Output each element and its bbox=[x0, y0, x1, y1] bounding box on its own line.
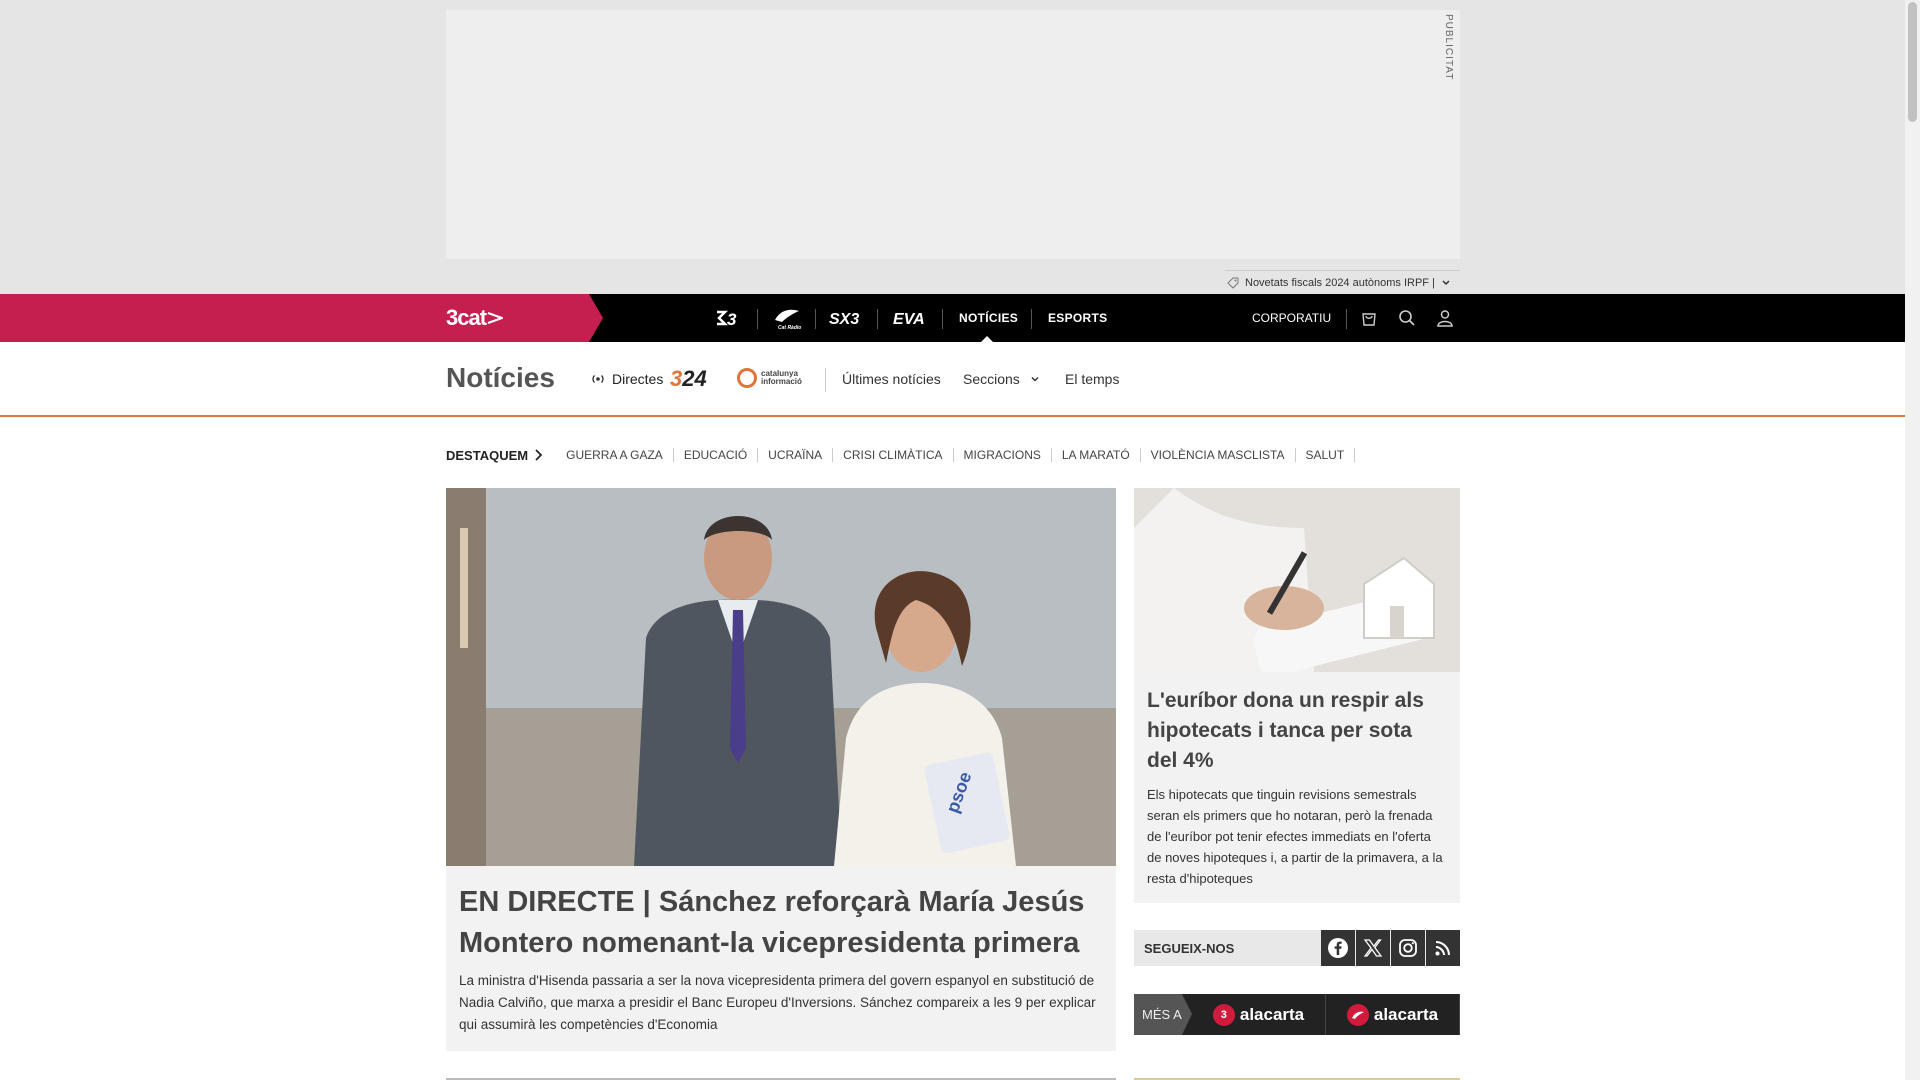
catalunya-informacio-logo[interactable]: catalunya informació bbox=[737, 368, 807, 388]
scrollbar-thumb[interactable] bbox=[1908, 2, 1917, 122]
directes-link[interactable]: Directes bbox=[590, 371, 663, 387]
ad-banner[interactable] bbox=[446, 10, 1460, 259]
el-temps-link[interactable]: El temps bbox=[1065, 371, 1119, 387]
section-header: Notícies Directes 3 24 catalunya informac… bbox=[0, 342, 1905, 417]
highlight-item[interactable]: EDUCACIÓ bbox=[674, 448, 759, 462]
side-story-photo bbox=[1134, 488, 1460, 672]
rss-icon[interactable] bbox=[1426, 930, 1460, 966]
324-logo[interactable]: 3 24 bbox=[670, 366, 722, 391]
alacarta-label: alacarta bbox=[1239, 1004, 1305, 1024]
page-title: Notícies bbox=[446, 362, 555, 393]
catinfo-circle-icon bbox=[737, 368, 757, 388]
svg-text:Cat Ràdio: Cat Ràdio bbox=[778, 325, 801, 330]
live-broadcast-icon bbox=[592, 375, 604, 383]
eva-logo-icon[interactable]: EVA bbox=[890, 294, 930, 342]
x-icon[interactable] bbox=[1356, 930, 1390, 966]
tools-separator bbox=[1346, 309, 1347, 329]
main-story-summary: La ministra d'Hisenda passaria a ser la … bbox=[459, 973, 1096, 1032]
side-story-image[interactable] bbox=[1134, 488, 1460, 672]
advertising-area: PUBLICITAT Novetats fiscals 2024 autònom… bbox=[0, 0, 1905, 294]
nav-esports[interactable]: ESPORTS bbox=[1048, 294, 1107, 342]
chevron-down-icon[interactable] bbox=[1441, 278, 1451, 288]
svg-text:3: 3 bbox=[727, 310, 737, 328]
side-story-title[interactable]: L'euríbor dona un respir als hipotecats … bbox=[1147, 686, 1447, 776]
highlight-item[interactable]: VIOLÈNCIA MASCLISTA bbox=[1141, 448, 1296, 462]
promo-ticker[interactable]: Novetats fiscals 2024 autònoms IRPF | bbox=[1225, 270, 1460, 294]
destaquem-link[interactable]: DESTAQUEM bbox=[446, 447, 543, 463]
chevron-right-icon bbox=[535, 449, 543, 461]
channel-separator bbox=[877, 309, 878, 329]
highlight-item[interactable]: CRISI CLIMÀTICA bbox=[833, 448, 954, 462]
3-badge-icon: 3 bbox=[1212, 1003, 1235, 1026]
svg-text:EVA: EVA bbox=[893, 311, 925, 328]
highlight-item[interactable]: LA MARATÓ bbox=[1052, 448, 1141, 462]
channel-separator bbox=[757, 309, 758, 329]
3cat-alacarta-link[interactable]: 3 alacarta bbox=[1192, 994, 1326, 1035]
facebook-icon[interactable] bbox=[1321, 930, 1355, 966]
3cat-logo[interactable]: 3cat bbox=[446, 305, 518, 330]
tag-icon bbox=[1227, 277, 1239, 289]
main-story-card[interactable]: EN DIRECTE | Sánchez reforçarà María Jes… bbox=[446, 866, 1116, 1051]
highlight-item[interactable]: SALUT bbox=[1296, 448, 1356, 462]
catradio-alacarta-link[interactable]: alacarta bbox=[1326, 994, 1460, 1035]
channel-separator bbox=[1031, 309, 1032, 329]
catradio-badge-icon bbox=[1346, 1003, 1369, 1026]
3-logo-icon[interactable]: 3 bbox=[713, 294, 743, 342]
ticker-text: Novetats fiscals 2024 autònoms IRPF | bbox=[1245, 276, 1435, 289]
user-icon[interactable] bbox=[1435, 308, 1455, 328]
mes-a-label: MÉS A bbox=[1134, 994, 1192, 1035]
alacarta-label: alacarta bbox=[1373, 1004, 1439, 1024]
catinfo-text: catalunya informació bbox=[761, 369, 802, 386]
chevron-down-icon bbox=[1031, 376, 1039, 382]
seccions-label: Seccions bbox=[963, 371, 1020, 387]
nav-corporatiu[interactable]: CORPORATIU bbox=[1252, 294, 1331, 342]
highlight-item[interactable]: GUERRA A GAZA bbox=[556, 448, 674, 462]
nav-noticies[interactable]: NOTÍCIES bbox=[959, 294, 1018, 342]
highlight-item[interactable]: MIGRACIONS bbox=[954, 448, 1052, 462]
top-navigation: 3cat 3 Cat Ràdio SX3 EVA NOTÍCIES ESPORT… bbox=[0, 294, 1905, 342]
324-logo-24: 24 bbox=[682, 366, 707, 391]
side-story-card[interactable]: L'euríbor dona un respir als hipotecats … bbox=[1134, 672, 1460, 903]
follow-us-label: SEGUEIX-NOS bbox=[1144, 940, 1235, 956]
ad-label: PUBLICITAT bbox=[1443, 14, 1454, 81]
search-icon[interactable] bbox=[1397, 308, 1417, 328]
follow-us-box: SEGUEIX-NOS bbox=[1134, 930, 1460, 966]
instagram-icon[interactable] bbox=[1391, 930, 1425, 966]
directes-label: Directes bbox=[612, 371, 664, 387]
sx3-logo-icon[interactable]: SX3 bbox=[826, 294, 866, 342]
destaquem-label: DESTAQUEM bbox=[446, 447, 529, 463]
main-story-title[interactable]: EN DIRECTE | Sánchez reforçarà María Jes… bbox=[459, 882, 1099, 964]
main-story-photo: psoe bbox=[446, 488, 1116, 866]
side-story-summary: Els hipotecats que tinguin revisions sem… bbox=[1147, 787, 1443, 886]
catradio-logo-icon[interactable]: Cat Ràdio bbox=[770, 294, 804, 342]
play-arrows-icon bbox=[487, 312, 504, 324]
main-story-image[interactable]: psoe bbox=[446, 488, 1116, 866]
ultimes-noticies-link[interactable]: Últimes notícies bbox=[842, 371, 941, 387]
highlight-item[interactable]: UCRAÏNA bbox=[758, 448, 834, 462]
highlights-bar: DESTAQUEM GUERRA A GAZA EDUCACIÓ UCRAÏNA… bbox=[446, 446, 1356, 464]
svg-text:SX3: SX3 bbox=[829, 311, 859, 328]
324-logo-three: 3 bbox=[670, 366, 683, 391]
mes-a-box: MÉS A 3 alacarta alacarta bbox=[1134, 994, 1460, 1035]
seccions-dropdown[interactable]: Seccions bbox=[963, 371, 1040, 387]
page-scrollbar[interactable] bbox=[1905, 0, 1920, 1080]
section-separator bbox=[825, 368, 826, 392]
channel-separator bbox=[815, 309, 816, 329]
channel-separator bbox=[942, 309, 943, 329]
shopping-bag-icon[interactable] bbox=[1359, 308, 1379, 328]
